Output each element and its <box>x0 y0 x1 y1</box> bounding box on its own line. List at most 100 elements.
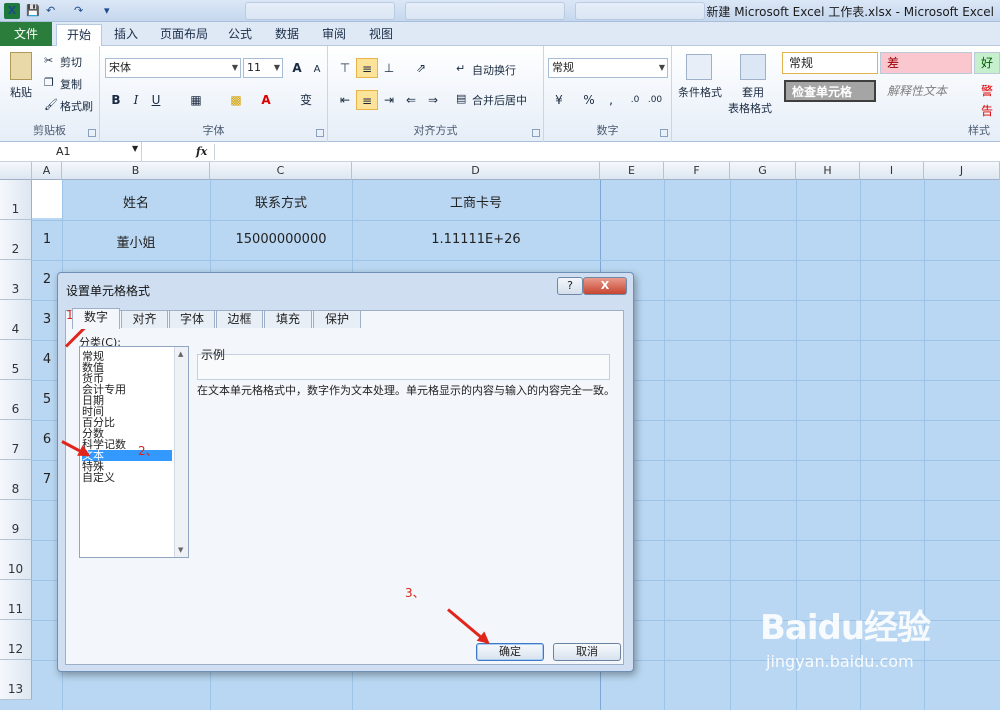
tab-alignment[interactable]: 对齐 <box>121 310 168 328</box>
row-header[interactable]: 2 <box>0 220 32 260</box>
column-header[interactable]: H <box>796 162 860 180</box>
copy-icon[interactable]: ❐ <box>44 76 54 89</box>
row-header[interactable]: 1 <box>0 180 32 220</box>
name-cell[interactable]: 董小姐 <box>62 232 210 251</box>
column-header[interactable]: B <box>62 162 210 180</box>
select-all-corner[interactable] <box>0 162 32 180</box>
shrink-font-button[interactable]: A <box>306 60 328 80</box>
table-format-label-2[interactable]: 表格格式 <box>728 100 772 116</box>
percent-button[interactable]: % <box>578 90 600 110</box>
format-painter-icon[interactable]: 🖌 <box>44 98 58 111</box>
underline-button[interactable]: U <box>145 90 167 110</box>
row-header[interactable]: 4 <box>0 300 32 340</box>
tab-view[interactable]: 视图 <box>359 24 403 46</box>
conditional-format-icon[interactable] <box>686 54 712 80</box>
format-painter-button[interactable]: 格式刷 <box>60 98 93 114</box>
tab-data[interactable]: 数据 <box>265 24 309 46</box>
cancel-button[interactable]: 取消 <box>553 643 621 661</box>
merge-center-button[interactable]: 合并后居中 <box>472 92 527 108</box>
alignment-launcher-icon[interactable] <box>532 129 540 137</box>
orientation-icon[interactable]: ⇗ <box>410 58 432 78</box>
decrease-decimal-icon[interactable]: .00 <box>644 90 666 110</box>
font-size-select[interactable]: 11 ▼ <box>243 58 283 78</box>
redo-icon[interactable]: ↷ <box>74 3 83 19</box>
wrap-text-button[interactable]: 自动换行 <box>472 62 516 78</box>
column-header[interactable]: I <box>860 162 924 180</box>
clipboard-launcher-icon[interactable] <box>88 129 96 137</box>
currency-icon[interactable]: ¥ <box>548 90 570 110</box>
save-icon[interactable]: 💾 <box>26 3 40 19</box>
header-cell-card[interactable]: 工商卡号 <box>352 192 600 211</box>
scroll-up-icon[interactable]: ▲ <box>178 350 183 358</box>
font-family-select[interactable]: 宋体 ▼ <box>105 58 241 78</box>
table-format-icon[interactable] <box>740 54 766 80</box>
column-header[interactable]: G <box>730 162 796 180</box>
row-header[interactable]: 11 <box>0 580 32 620</box>
tab-formulas[interactable]: 公式 <box>218 24 262 46</box>
border-icon[interactable]: ▦ <box>185 90 207 110</box>
grow-font-button[interactable]: A <box>286 58 308 78</box>
selected-cell-a1[interactable] <box>32 180 62 218</box>
row-index-cell[interactable]: 1 <box>32 232 62 247</box>
row-header[interactable]: 3 <box>0 260 32 300</box>
paste-icon[interactable] <box>10 52 32 80</box>
tab-fill[interactable]: 填充 <box>264 310 312 328</box>
name-box[interactable]: A1 <box>0 142 142 161</box>
copy-button[interactable]: 复制 <box>60 76 82 92</box>
increase-decimal-icon[interactable]: .0 <box>624 90 646 110</box>
tab-number[interactable]: 数字 <box>72 308 120 329</box>
row-header[interactable]: 12 <box>0 620 32 660</box>
phone-cell[interactable]: 15000000000 <box>210 232 352 247</box>
style-warning[interactable]: 警告 <box>974 80 1000 118</box>
italic-button[interactable]: I <box>125 90 147 110</box>
column-header[interactable]: E <box>600 162 664 180</box>
tab-file[interactable]: 文件 <box>0 22 52 46</box>
align-top-icon[interactable]: ⊤ <box>334 58 356 78</box>
row-header[interactable]: 6 <box>0 380 32 420</box>
paste-button[interactable]: 粘贴 <box>10 84 32 100</box>
comma-button[interactable]: , <box>600 90 622 110</box>
category-scrollbar[interactable]: ▲ ▼ <box>174 347 188 557</box>
wrap-text-icon[interactable]: ↵ <box>456 62 465 75</box>
row-header[interactable]: 10 <box>0 540 32 580</box>
align-center-icon[interactable]: ≡ <box>356 90 378 110</box>
cut-button[interactable]: 剪切 <box>60 54 82 70</box>
fill-color-icon[interactable]: ▩ <box>225 90 247 110</box>
row-header[interactable]: 5 <box>0 340 32 380</box>
style-good[interactable]: 好 <box>974 52 1000 74</box>
tab-insert[interactable]: 插入 <box>104 24 148 46</box>
header-cell-name[interactable]: 姓名 <box>62 192 210 211</box>
column-header[interactable]: C <box>210 162 352 180</box>
style-explanatory[interactable]: 解释性文本 <box>880 80 972 102</box>
font-color-icon[interactable]: A <box>255 90 277 110</box>
category-list[interactable]: 常规 数值 货币 会计专用 日期 时间 百分比 分数 科学记数 文本 特殊 自定… <box>79 346 189 558</box>
align-left-icon[interactable]: ⇤ <box>334 90 356 110</box>
table-format-label-1[interactable]: 套用 <box>742 84 764 100</box>
increase-indent-icon[interactable]: ⇒ <box>422 90 444 110</box>
undo-icon[interactable]: ↶ <box>46 3 55 19</box>
style-bad[interactable]: 差 <box>880 52 972 74</box>
column-header[interactable]: F <box>664 162 730 180</box>
align-right-icon[interactable]: ⇥ <box>378 90 400 110</box>
column-header[interactable]: J <box>924 162 1000 180</box>
chevron-down-icon[interactable]: ▼ <box>132 144 138 153</box>
style-normal[interactable]: 常规 <box>782 52 878 74</box>
number-format-select[interactable]: 常规 ▼ <box>548 58 668 78</box>
scroll-down-icon[interactable]: ▼ <box>178 546 183 554</box>
customize-icon[interactable]: ▾ <box>104 3 110 19</box>
header-cell-contact[interactable]: 联系方式 <box>210 192 352 211</box>
tab-protection[interactable]: 保护 <box>313 310 361 328</box>
tab-font[interactable]: 字体 <box>169 310 215 328</box>
conditional-format-button[interactable]: 条件格式 <box>678 84 722 100</box>
style-check-cell[interactable]: 检查单元格 <box>784 80 876 102</box>
align-middle-icon[interactable]: ≡ <box>356 58 378 78</box>
tab-home[interactable]: 开始 <box>56 24 103 47</box>
card-cell[interactable]: 1.11111E+26 <box>352 232 600 247</box>
decrease-indent-icon[interactable]: ⇐ <box>400 90 422 110</box>
column-header[interactable]: A <box>32 162 62 180</box>
tab-review[interactable]: 审阅 <box>312 24 356 46</box>
tab-page-layout[interactable]: 页面布局 <box>150 24 218 46</box>
font-launcher-icon[interactable] <box>316 129 324 137</box>
bold-button[interactable]: B <box>105 90 127 110</box>
align-bottom-icon[interactable]: ⊥ <box>378 58 400 78</box>
